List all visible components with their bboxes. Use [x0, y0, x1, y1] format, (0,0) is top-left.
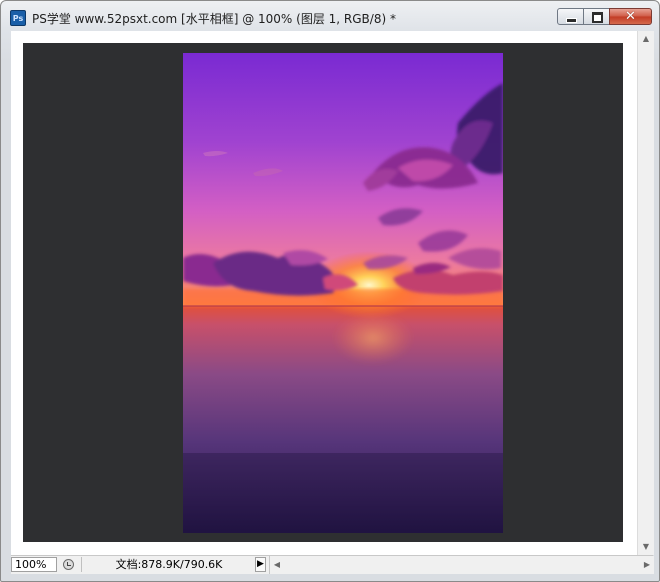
scroll-left-icon[interactable]: ◀: [270, 556, 284, 574]
close-icon: ✕: [625, 9, 636, 24]
horizontal-scrollbar[interactable]: ◀ ▶: [269, 556, 654, 574]
maximize-button[interactable]: [583, 8, 610, 25]
minimize-icon: [566, 18, 577, 23]
scroll-up-icon[interactable]: ▲: [638, 31, 654, 47]
minimize-button[interactable]: [557, 8, 584, 25]
pasteboard[interactable]: [23, 43, 623, 542]
scroll-down-icon[interactable]: ▼: [638, 539, 654, 555]
document-window: Ps PS学堂 www.52psxt.com [水平相框] @ 100% (图层…: [0, 0, 660, 582]
window-title: PS学堂 www.52psxt.com [水平相框] @ 100% (图层 1,…: [32, 12, 396, 26]
window-controls: ✕: [557, 8, 652, 25]
title-bar[interactable]: Ps PS学堂 www.52psxt.com [水平相框] @ 100% (图层…: [1, 1, 659, 31]
document-size-info: 文档:878.9K/790.6K: [81, 557, 256, 572]
vertical-scrollbar[interactable]: ▲ ▼: [637, 31, 654, 555]
canvas-area[interactable]: [11, 31, 637, 555]
sunset-photo: [183, 53, 503, 533]
status-bar: 100% 文档:878.9K/790.6K ▶ ◀ ▶: [11, 555, 654, 574]
document-image[interactable]: [183, 53, 503, 533]
status-menu-button[interactable]: ▶: [255, 557, 266, 572]
scroll-right-icon[interactable]: ▶: [640, 556, 654, 574]
status-info-icon[interactable]: [63, 559, 74, 570]
zoom-level-input[interactable]: 100%: [11, 557, 57, 572]
photoshop-app-icon[interactable]: Ps: [10, 10, 26, 26]
close-button[interactable]: ✕: [609, 8, 652, 25]
maximize-icon: [592, 12, 603, 23]
